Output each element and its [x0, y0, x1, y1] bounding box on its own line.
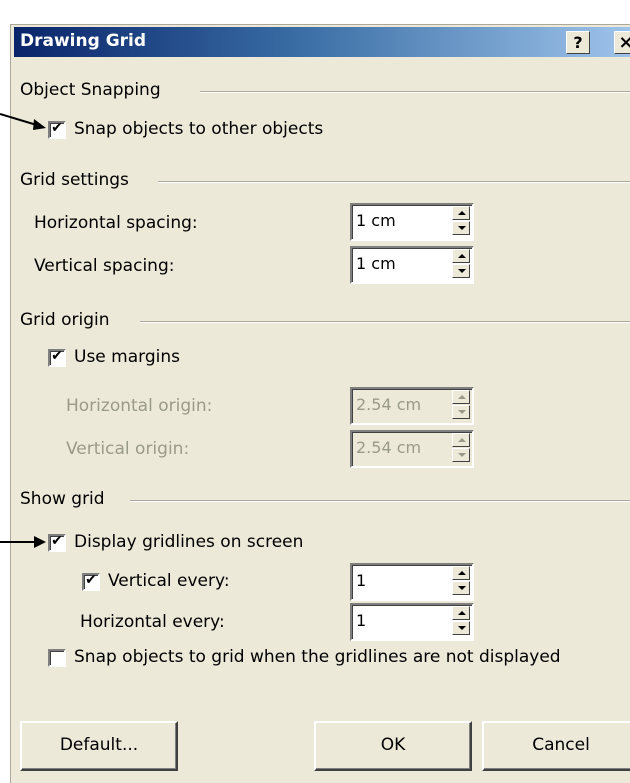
default-button[interactable]: Default...	[20, 721, 178, 771]
horizontal-spacing-field[interactable]: 1 cm	[350, 203, 474, 241]
display-gridlines-label[interactable]: Display gridlines on screen	[74, 532, 303, 552]
horizontal-spacing-value: 1 cm	[356, 211, 396, 230]
object-snapping-heading: Object Snapping	[20, 80, 161, 100]
vertical-spacing-label: Vertical spacing:	[34, 256, 175, 276]
spin-down-icon[interactable]	[452, 581, 470, 595]
snap-objects-checkbox[interactable]: ✔	[48, 120, 66, 139]
grid-origin-divider	[140, 321, 630, 323]
close-button[interactable]: ×	[614, 31, 630, 54]
callout-arrow-icon	[0, 113, 46, 130]
vertical-every-value: 1	[356, 571, 367, 590]
horizontal-origin-field: 2.54 cm	[350, 387, 474, 425]
horizontal-every-spinner[interactable]	[452, 606, 470, 636]
vertical-spacing-value: 1 cm	[356, 254, 396, 273]
horizontal-origin-spinner	[452, 390, 470, 420]
horizontal-every-field[interactable]: 1	[350, 603, 474, 641]
checkmark-icon: ✔	[51, 533, 63, 549]
vertical-every-field[interactable]: 1	[350, 563, 474, 601]
spin-down-icon[interactable]	[452, 621, 470, 635]
spin-up-icon[interactable]	[452, 249, 470, 263]
grid-settings-heading: Grid settings	[20, 170, 129, 190]
horizontal-every-label: Horizontal every:	[80, 612, 225, 632]
checkmark-icon: ✔	[85, 572, 97, 588]
grid-origin-heading: Grid origin	[20, 310, 110, 330]
horizontal-spacing-spinner[interactable]	[452, 206, 470, 236]
spin-down-icon	[452, 448, 470, 462]
object-snapping-divider	[200, 91, 630, 93]
callout-arrow-icon	[0, 536, 46, 548]
vertical-origin-value: 2.54 cm	[356, 438, 422, 457]
use-margins-checkbox[interactable]: ✔	[48, 348, 66, 367]
horizontal-every-value: 1	[356, 611, 367, 630]
horizontal-origin-label: Horizontal origin:	[66, 396, 213, 416]
snap-objects-label[interactable]: Snap objects to other objects	[74, 119, 323, 139]
spin-up-icon[interactable]	[452, 566, 470, 580]
grid-settings-divider	[158, 181, 630, 183]
ok-button[interactable]: OK	[314, 721, 472, 771]
checkmark-icon: ✔	[51, 348, 63, 364]
horizontal-origin-value: 2.54 cm	[356, 395, 422, 414]
show-grid-divider	[130, 500, 630, 502]
horizontal-spacing-label: Horizontal spacing:	[34, 213, 198, 233]
vertical-every-label[interactable]: Vertical every:	[108, 571, 230, 591]
dialog-title: Drawing Grid	[20, 31, 147, 51]
vertical-spacing-spinner[interactable]	[452, 249, 470, 279]
cancel-button[interactable]: Cancel	[482, 721, 630, 771]
spin-up-icon[interactable]	[452, 606, 470, 620]
help-button[interactable]: ?	[566, 31, 590, 54]
spin-up-icon	[452, 433, 470, 447]
vertical-origin-spinner	[452, 433, 470, 463]
vertical-every-checkbox[interactable]: ✔	[82, 572, 100, 591]
snap-to-grid-hidden-label[interactable]: Snap objects to grid when the gridlines …	[74, 647, 561, 667]
snap-to-grid-hidden-checkbox[interactable]	[48, 649, 66, 667]
spin-up-icon	[452, 390, 470, 404]
vertical-every-spinner[interactable]	[452, 566, 470, 596]
spin-down-icon	[452, 405, 470, 419]
display-gridlines-checkbox[interactable]: ✔	[48, 533, 66, 552]
vertical-origin-field: 2.54 cm	[350, 430, 474, 468]
vertical-spacing-field[interactable]: 1 cm	[350, 246, 474, 284]
vertical-origin-label: Vertical origin:	[66, 439, 190, 459]
spin-down-icon[interactable]	[452, 221, 470, 235]
spin-up-icon[interactable]	[452, 206, 470, 220]
use-margins-label[interactable]: Use margins	[74, 347, 180, 367]
spin-down-icon[interactable]	[452, 264, 470, 278]
show-grid-heading: Show grid	[20, 489, 105, 509]
checkmark-icon: ✔	[51, 120, 63, 136]
